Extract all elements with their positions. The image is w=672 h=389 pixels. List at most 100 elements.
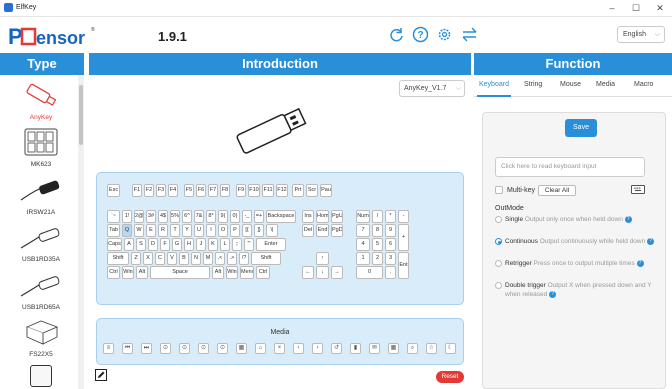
radio-button[interactable] (495, 282, 502, 289)
help-icon[interactable]: ? (647, 237, 655, 245)
key[interactable]: ]} (254, 224, 264, 237)
key[interactable]: R (158, 224, 168, 237)
tab-mouse[interactable]: Mouse (560, 81, 581, 88)
key[interactable]: / (372, 210, 383, 223)
mode-single[interactable]: Single Output only once when held down ? (495, 215, 661, 224)
refresh-icon[interactable]: ↺ (331, 343, 342, 354)
key[interactable]: F4 (168, 184, 178, 197)
key[interactable]: F9 (236, 184, 246, 197)
key[interactable]: .> (227, 252, 237, 265)
key[interactable]: 2@ (134, 210, 144, 223)
key[interactable]: 7& (194, 210, 204, 223)
key[interactable]: C (155, 252, 165, 265)
key[interactable]: '" (244, 238, 254, 251)
key[interactable]: G (172, 238, 182, 251)
key[interactable]: F10 (248, 184, 260, 197)
save-button[interactable]: Save (565, 119, 597, 137)
key[interactable]: Shift (251, 252, 281, 265)
play-pause-icon[interactable]: ⏮ (122, 343, 133, 354)
key[interactable]: P (230, 224, 240, 237)
key[interactable]: ↑ (316, 252, 329, 265)
key[interactable]: T (170, 224, 180, 237)
key[interactable]: F6 (196, 184, 206, 197)
key[interactable]: Pau (320, 184, 332, 197)
key[interactable]: Num (356, 210, 370, 223)
type-item-mk623[interactable]: MK623 (6, 127, 76, 168)
reset-button[interactable]: Reset (436, 371, 464, 383)
key[interactable]: L (220, 238, 230, 251)
key[interactable]: A (124, 238, 134, 251)
key[interactable]: X (143, 252, 153, 265)
key[interactable]: Scr (306, 184, 318, 197)
key[interactable]: 2 (372, 252, 383, 265)
key[interactable]: Alt (212, 266, 224, 279)
tab-media[interactable]: Media (596, 81, 615, 88)
type-item-fs22x5[interactable]: FS22X5 (6, 317, 76, 358)
key[interactable]: \| (266, 224, 278, 237)
key[interactable]: End (316, 224, 329, 237)
key[interactable]: ← (302, 266, 314, 279)
type-item-usb1rd35a[interactable]: USB1RD35A (6, 222, 76, 263)
key[interactable]: Win (226, 266, 238, 279)
swap-icon[interactable] (461, 26, 478, 43)
browser-icon[interactable]: ▮ (350, 343, 361, 354)
key[interactable]: Tab (107, 224, 120, 237)
key[interactable]: F1 (132, 184, 142, 197)
key[interactable]: 4 (356, 238, 370, 251)
type-item-usb1rd65a[interactable]: USB1RD65A (6, 270, 76, 311)
mail-icon[interactable]: ✉ (369, 343, 380, 354)
key[interactable]: F8 (220, 184, 230, 197)
prev-track-icon[interactable]: ≡ (103, 343, 114, 354)
next-track-icon[interactable]: ⏭ (141, 343, 152, 354)
back-icon[interactable]: ‹ (293, 343, 304, 354)
key[interactable]: Space (150, 266, 210, 279)
key[interactable]: ;: (232, 238, 242, 251)
key[interactable]: J (196, 238, 206, 251)
key[interactable]: 8 (372, 224, 383, 237)
radio-button[interactable] (495, 260, 502, 267)
key[interactable]: O (218, 224, 228, 237)
device-version-select[interactable]: AnyKey_V1.7 ⌵ (399, 80, 465, 97)
tab-keyboard[interactable]: Keyboard (479, 81, 509, 88)
volume-icon[interactable]: ⊙ (198, 343, 209, 354)
key[interactable]: F (160, 238, 170, 251)
key[interactable]: U (194, 224, 204, 237)
key[interactable]: 8* (206, 210, 216, 223)
key[interactable]: 3 (385, 252, 396, 265)
key[interactable]: + (398, 224, 409, 251)
key[interactable]: 5% (170, 210, 180, 223)
type-item-irsw21a[interactable]: IRSW21A (6, 175, 76, 216)
key[interactable]: /? (239, 252, 249, 265)
key[interactable]: 1 (356, 252, 370, 265)
help-icon[interactable]: ? (636, 259, 644, 267)
key[interactable]: Win (122, 266, 134, 279)
key[interactable]: Shift (107, 252, 129, 265)
key[interactable]: S (136, 238, 146, 251)
settings-icon[interactable] (436, 26, 453, 43)
key[interactable]: Backspace (266, 210, 296, 223)
key[interactable]: Q (122, 224, 132, 237)
calculator-icon[interactable]: ▦ (236, 343, 247, 354)
key[interactable]: Ctrl (107, 266, 120, 279)
key[interactable]: 6 (385, 238, 396, 251)
key[interactable]: Caps (107, 238, 122, 251)
close-icon[interactable]: × (274, 343, 285, 354)
key[interactable]: F11 (262, 184, 274, 197)
file-icon[interactable]: ▦ (388, 343, 399, 354)
key[interactable]: Alt (136, 266, 148, 279)
key[interactable]: Ctrl (256, 266, 270, 279)
mode-retrigger[interactable]: Retrigger Press once to output multiple … (495, 259, 661, 268)
key[interactable]: Ins (302, 210, 314, 223)
key[interactable]: 0 (356, 266, 383, 279)
key[interactable]: PgU (331, 210, 343, 223)
tab-macro[interactable]: Macro (634, 81, 653, 88)
mode-double-trigger[interactable]: Double trigger Output X when pressed dow… (495, 281, 661, 299)
mute-icon[interactable]: ⊙ (217, 343, 228, 354)
key[interactable]: Y (182, 224, 192, 237)
search-icon[interactable]: ⌕ (407, 343, 418, 354)
key[interactable]: E (146, 224, 156, 237)
key[interactable]: B (179, 252, 189, 265)
key[interactable]: M (203, 252, 213, 265)
key[interactable]: 3# (146, 210, 156, 223)
key[interactable]: ,< (215, 252, 225, 265)
